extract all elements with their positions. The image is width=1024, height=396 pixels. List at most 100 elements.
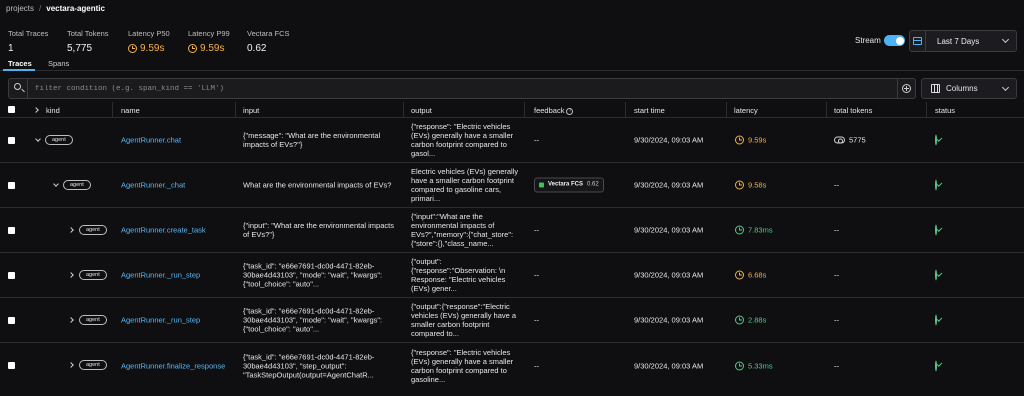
column-divider bbox=[112, 102, 113, 118]
latency-cell: 9.59s bbox=[735, 135, 766, 145]
check-circle-icon bbox=[935, 134, 937, 146]
columns-icon bbox=[931, 84, 940, 93]
stream-toggle[interactable] bbox=[884, 35, 905, 46]
span-name-link[interactable]: AgentRunner._chat bbox=[121, 181, 185, 190]
tokens-icon bbox=[834, 136, 845, 144]
chevron-right-icon[interactable] bbox=[68, 227, 74, 233]
tab-spans[interactable]: Spans bbox=[48, 59, 69, 68]
latency-value: 7.83ms bbox=[748, 225, 773, 235]
table-row[interactable]: agent AgentRunner._run_step {"task_id": … bbox=[0, 253, 1024, 298]
chevron-down-icon[interactable] bbox=[35, 136, 41, 142]
column-header-feedback[interactable]: feedback? bbox=[534, 106, 574, 115]
latency-value: 9.58s bbox=[748, 180, 767, 190]
row-checkbox[interactable] bbox=[8, 272, 15, 279]
expand-all-chevron-icon[interactable] bbox=[33, 107, 39, 113]
input-cell: {"task_id": "e66e7691-dc0d-4471-82eb-30b… bbox=[243, 261, 383, 289]
column-divider bbox=[926, 102, 927, 118]
filter-condition-input[interactable] bbox=[35, 82, 875, 96]
row-checkbox[interactable] bbox=[8, 182, 15, 189]
breadcrumb-current-project: vectara-agentic bbox=[46, 4, 105, 13]
columns-button[interactable]: Columns bbox=[921, 78, 1017, 99]
check-circle-icon bbox=[935, 224, 937, 236]
status-cell bbox=[935, 134, 937, 146]
feedback-header-label: feedback bbox=[534, 106, 565, 115]
total-tokens-cell: -- bbox=[834, 225, 839, 235]
start-time-cell: 9/30/2024, 09:03 AM bbox=[634, 361, 704, 370]
clock-icon bbox=[128, 44, 137, 53]
calendar-button[interactable] bbox=[910, 30, 926, 52]
clock-icon bbox=[735, 361, 744, 370]
total-tokens-cell: -- bbox=[834, 361, 839, 370]
column-header-total-tokens[interactable]: total tokens bbox=[834, 106, 872, 115]
row-checkbox[interactable] bbox=[8, 137, 15, 144]
column-header-latency[interactable]: latency bbox=[734, 106, 758, 115]
kind-badge: agent bbox=[79, 225, 107, 235]
table-row[interactable]: agent AgentRunner.create_task {"input": … bbox=[0, 208, 1024, 253]
info-icon[interactable]: ? bbox=[566, 107, 574, 115]
column-header-output[interactable]: output bbox=[411, 106, 432, 115]
output-cell: {"input":"What are the environmental imp… bbox=[411, 212, 514, 248]
kind-badge: agent bbox=[79, 270, 107, 280]
breadcrumb-projects-link[interactable]: projects bbox=[6, 4, 34, 13]
search-button[interactable] bbox=[9, 79, 28, 98]
clock-icon bbox=[735, 315, 744, 325]
stat-label: Total Tokens bbox=[67, 29, 109, 38]
plus-circle-icon bbox=[902, 84, 911, 93]
span-name-link[interactable]: AgentRunner.chat bbox=[121, 136, 181, 145]
start-time-cell: 9/30/2024, 09:03 AM bbox=[634, 180, 704, 190]
feedback-cell: -- bbox=[534, 225, 539, 235]
row-checkbox[interactable] bbox=[8, 227, 15, 234]
tab-traces[interactable]: Traces bbox=[8, 59, 32, 68]
column-divider bbox=[524, 102, 525, 118]
input-cell: What are the environmental impacts of EV… bbox=[243, 180, 392, 190]
span-name-link[interactable]: AgentRunner.finalize_response bbox=[121, 361, 225, 370]
status-cell bbox=[935, 360, 937, 371]
column-header-name[interactable]: name bbox=[121, 106, 140, 115]
stat-value: 9.59s bbox=[200, 43, 225, 54]
table-row[interactable]: agent AgentRunner.finalize_response {"ta… bbox=[0, 343, 1024, 388]
fcs-status-dot bbox=[539, 182, 544, 188]
stat-value-row: 9.59s bbox=[128, 43, 170, 54]
add-filter-button[interactable] bbox=[897, 79, 915, 98]
columns-button-label: Columns bbox=[946, 84, 978, 93]
stat-total-traces: Total Traces 1 bbox=[8, 29, 48, 54]
span-name-link[interactable]: AgentRunner._run_step bbox=[121, 316, 200, 325]
output-cell: {"output":{"response":"Observation: \n R… bbox=[411, 257, 506, 293]
total-tokens-cell: -- bbox=[834, 315, 839, 325]
chevron-right-icon[interactable] bbox=[68, 272, 74, 278]
kind-badge: agent bbox=[79, 360, 107, 370]
span-name-link[interactable]: AgentRunner._run_step bbox=[121, 271, 200, 280]
total-tokens-cell: -- bbox=[834, 270, 839, 280]
row-checkbox[interactable] bbox=[8, 362, 15, 369]
column-header-kind[interactable]: kind bbox=[46, 106, 60, 115]
total-tokens-cell: 5775 bbox=[834, 136, 866, 145]
column-divider bbox=[826, 102, 827, 118]
column-header-input[interactable]: input bbox=[243, 106, 259, 115]
latency-value: 5.33ms bbox=[748, 361, 773, 370]
input-cell: {"task_id": "e66e7691-dc0d-4471-82eb-30b… bbox=[243, 352, 375, 379]
date-range-picker[interactable]: Last 7 Days bbox=[909, 30, 1017, 52]
stat-value: 0.62 bbox=[247, 43, 267, 54]
feedback-cell: -- bbox=[534, 315, 539, 325]
status-cell bbox=[935, 269, 937, 281]
column-header-start-time[interactable]: start time bbox=[634, 106, 665, 115]
row-checkbox[interactable] bbox=[8, 317, 15, 324]
chevron-right-icon[interactable] bbox=[68, 317, 74, 323]
table-row[interactable]: agent AgentRunner._run_step {"task_id": … bbox=[0, 298, 1024, 343]
stat-value: 9.59s bbox=[140, 43, 165, 54]
breadcrumb: projects / vectara-agentic bbox=[6, 4, 105, 13]
table-row[interactable]: agent AgentRunner.chat {"message": "What… bbox=[0, 118, 1024, 163]
span-name-link[interactable]: AgentRunner.create_task bbox=[121, 226, 206, 235]
start-time-cell: 9/30/2024, 09:03 AM bbox=[634, 270, 704, 280]
table-row[interactable]: agent AgentRunner._chat What are the env… bbox=[0, 163, 1024, 208]
column-header-status[interactable]: status bbox=[935, 106, 955, 115]
latency-cell: 5.33ms bbox=[735, 361, 773, 370]
select-all-checkbox[interactable] bbox=[8, 106, 15, 113]
chevron-down-icon[interactable] bbox=[53, 181, 59, 187]
vectara-fcs-badge[interactable]: Vectara FCS 0.62 bbox=[534, 177, 604, 193]
chevron-right-icon[interactable] bbox=[68, 362, 74, 368]
output-cell: Electric vehicles (EVs) generally have a… bbox=[411, 167, 519, 203]
check-circle-icon bbox=[935, 360, 937, 371]
latency-cell: 7.83ms bbox=[735, 225, 773, 235]
stat-vectara-fcs: Vectara FCS 0.62 bbox=[247, 29, 290, 54]
